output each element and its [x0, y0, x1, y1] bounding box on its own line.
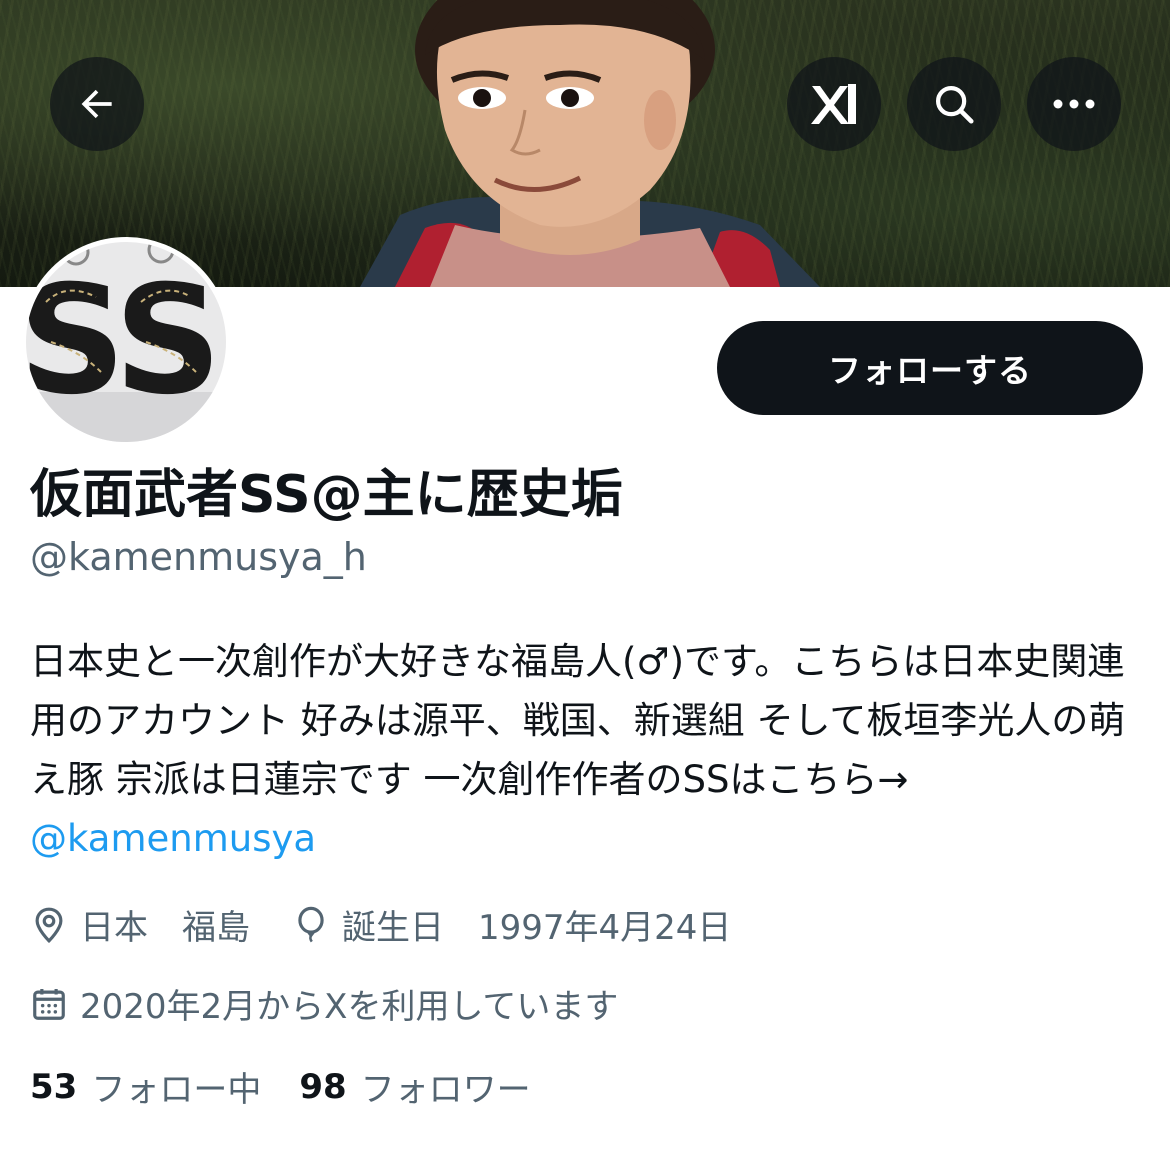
profile-bio: 日本史と一次創作が大好きな福島人(♂)です。こちらは日本史関連用のアカウント 好…	[30, 632, 1140, 868]
location-item: 日本 福島	[30, 900, 250, 949]
grok-button[interactable]	[787, 57, 881, 151]
followers-count: 98	[299, 1066, 347, 1107]
joined-text: 2020年2月からXを利用しています	[80, 987, 619, 1027]
more-horizontal-icon	[1053, 99, 1095, 109]
bio-text: 日本史と一次創作が大好きな福島人(♂)です。こちらは日本史関連用のアカウント 好…	[30, 640, 1126, 801]
calendar-icon	[33, 988, 65, 1020]
follow-button[interactable]: フォローする	[717, 321, 1143, 415]
arrow-left-icon	[81, 89, 112, 119]
following-label: フォロー中	[91, 1070, 262, 1110]
birthday-text: 誕生日 1997年4月24日	[342, 908, 732, 948]
followers-stat[interactable]: 98 フォロワー	[299, 1062, 530, 1111]
search-button[interactable]	[907, 57, 1001, 151]
search-icon	[935, 85, 974, 124]
svg-text:S: S	[26, 254, 126, 428]
location-pin-icon	[35, 907, 63, 943]
banner-portrait	[360, 0, 820, 287]
bio-mention-link[interactable]: @kamenmusya	[30, 817, 316, 860]
joined-item: 2020年2月からXを利用しています	[30, 979, 618, 1028]
location-text: 日本 福島	[80, 908, 250, 948]
profile-page: S S フォローする 仮面武者SS@主に歴史垢 @kamenmusya_h 日本…	[0, 0, 1170, 1155]
svg-text:S: S	[114, 254, 222, 428]
avatar[interactable]: S S	[21, 237, 231, 447]
balloon-icon	[298, 906, 324, 942]
grok-icon	[811, 84, 856, 124]
following-count: 53	[30, 1066, 78, 1107]
avatar-image: S S	[26, 242, 226, 442]
profile-banner[interactable]	[0, 0, 1170, 287]
follow-stats: 53 フォロー中 98 フォロワー	[30, 1062, 569, 1111]
back-button[interactable]	[50, 57, 144, 151]
more-button[interactable]	[1027, 57, 1121, 151]
display-name: 仮面武者SS@主に歴史垢	[30, 465, 623, 525]
followers-label: フォロワー	[360, 1070, 531, 1110]
following-stat[interactable]: 53 フォロー中	[30, 1062, 261, 1111]
profile-meta-row: 日本 福島 誕生日 1997年4月24日	[30, 900, 731, 949]
birthday-item: 誕生日 1997年4月24日	[292, 900, 731, 949]
username-handle: @kamenmusya_h	[30, 535, 367, 579]
joined-row: 2020年2月からXを利用しています	[30, 979, 618, 1028]
